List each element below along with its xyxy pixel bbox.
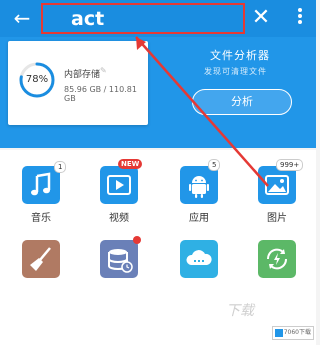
images-category-tile[interactable] [258, 166, 296, 204]
recycle-icon [266, 248, 288, 270]
broom-icon [30, 247, 51, 271]
cleaner-tool-tile[interactable] [22, 240, 60, 278]
analyzer-subtitle: 发现可清理文件 [204, 67, 267, 76]
cloud-icon [186, 250, 212, 265]
edit-icon: ✎ [100, 66, 107, 75]
back-arrow-icon[interactable]: ← [10, 6, 34, 30]
storage-tool-tile[interactable] [100, 240, 138, 278]
music-label: 音乐 [31, 213, 51, 224]
images-label: 图片 [267, 213, 287, 224]
close-icon[interactable]: ✕ [249, 6, 273, 30]
android-icon [189, 176, 209, 198]
video-play-icon [107, 175, 131, 195]
music-note-icon [31, 172, 51, 196]
images-count-badge: 999+ [276, 159, 304, 171]
category-grid: 1 音乐 NEW 视频 5 应用 999+ 图片 [0, 150, 316, 345]
storage-card[interactable]: 78% 内部存储 ✎ 85.96 GB / 110.81 GB [8, 41, 148, 125]
search-query-text: act [71, 8, 105, 30]
apps-label: 应用 [189, 213, 209, 224]
storage-label: 内部存储 [64, 70, 101, 80]
storage-percent: 78% [25, 74, 49, 85]
music-count-badge: 1 [54, 161, 67, 173]
video-new-badge: NEW [118, 159, 143, 169]
music-category-tile[interactable] [22, 166, 60, 204]
top-bar: ← act ✕ [0, 0, 316, 37]
video-category-tile[interactable] [100, 166, 138, 204]
recycle-tool-tile[interactable] [258, 240, 296, 278]
watermark-logo-text: 7060下载 [283, 329, 311, 336]
image-icon [265, 175, 289, 195]
analyze-button[interactable]: 分析 [192, 89, 292, 115]
more-menu-icon[interactable] [290, 8, 310, 28]
video-label: 视频 [109, 213, 129, 224]
apps-count-badge: 5 [208, 159, 221, 171]
apps-category-tile[interactable] [180, 166, 218, 204]
search-input[interactable]: act [41, 3, 245, 34]
watermark-logo: 7060下载 [272, 326, 314, 340]
cloud-tool-tile[interactable] [180, 240, 218, 278]
stack-clock-icon [108, 249, 133, 273]
notification-dot [133, 236, 141, 244]
storage-usage: 85.96 GB / 110.81 GB [64, 85, 137, 103]
analyzer-title: 文件分析器 [210, 49, 270, 62]
watermark-text: 下载 [226, 303, 254, 319]
